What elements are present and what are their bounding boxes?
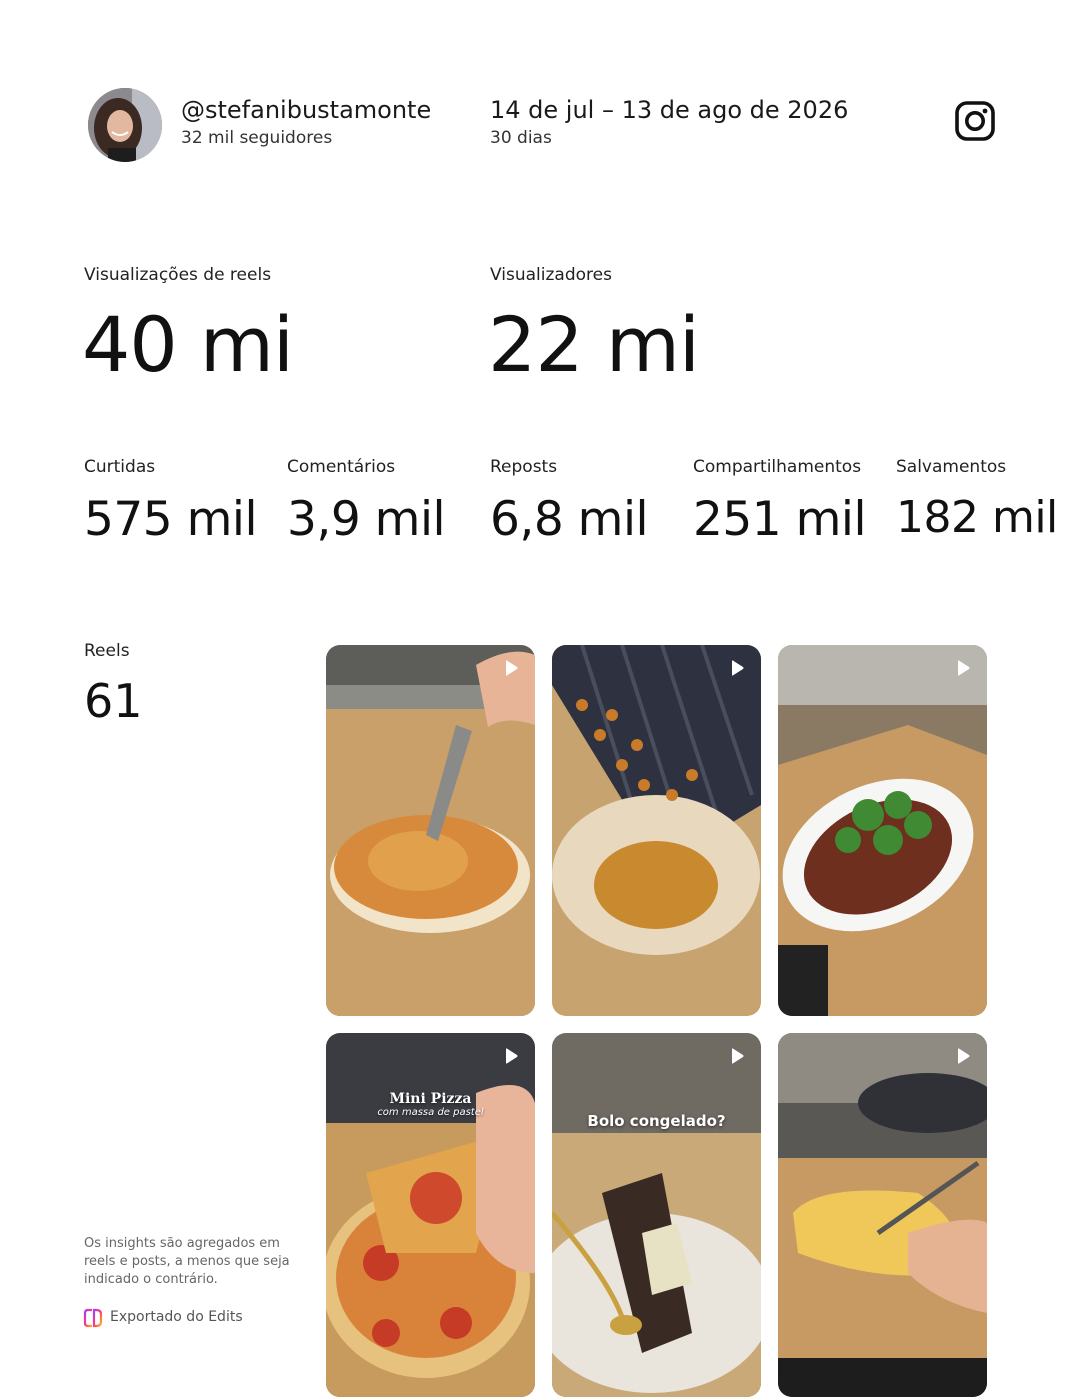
reels-label: Reels bbox=[84, 641, 130, 661]
reel-play-icon bbox=[958, 1048, 970, 1064]
reels-count: 61 bbox=[84, 674, 143, 728]
period-length: 30 dias bbox=[490, 128, 552, 148]
reel-thumbnail[interactable] bbox=[778, 1033, 987, 1397]
reel-thumbnail[interactable] bbox=[552, 645, 761, 1016]
reel-thumbnail[interactable]: Mini Pizza com massa de pastel bbox=[326, 1033, 535, 1397]
reel-play-icon bbox=[958, 660, 970, 676]
instagram-icon bbox=[955, 101, 995, 141]
frozen-cake-image bbox=[552, 1033, 761, 1397]
folded-omelette-image bbox=[778, 1033, 987, 1397]
metric-label-likes: Curtidas bbox=[84, 457, 156, 477]
profile-handle[interactable]: @stefanibustamonte bbox=[181, 96, 431, 124]
metric-label-viewers: Visualizadores bbox=[490, 265, 612, 285]
profile-avatar[interactable] bbox=[88, 88, 162, 162]
reel-thumbnail[interactable] bbox=[778, 645, 987, 1016]
metric-value-reposts: 6,8 mil bbox=[490, 492, 649, 547]
insights-footnote: Os insights são agregados em reels e pos… bbox=[84, 1236, 290, 1287]
metric-label-reel-views: Visualizações de reels bbox=[84, 265, 272, 285]
reel-play-icon bbox=[506, 1048, 518, 1064]
metric-value-saves: 182 mil bbox=[896, 492, 1058, 543]
follower-count: 32 mil seguidores bbox=[181, 128, 333, 148]
reel-play-icon bbox=[732, 660, 744, 676]
metric-label-comments: Comentários bbox=[287, 457, 396, 477]
metric-value-likes: 575 mil bbox=[84, 492, 258, 547]
reel-play-icon bbox=[732, 1048, 744, 1064]
export-label: Exportado do Edits bbox=[110, 1309, 243, 1325]
metric-label-saves: Salvamentos bbox=[896, 457, 1007, 477]
metric-value-comments: 3,9 mil bbox=[287, 492, 446, 547]
metric-label-shares: Compartilhamentos bbox=[693, 457, 862, 477]
metric-value-reel-views: 40 mi bbox=[82, 300, 294, 389]
reel-overlay-title: Bolo congelado? bbox=[587, 1112, 726, 1130]
reel-play-icon bbox=[506, 660, 518, 676]
metric-label-reposts: Reposts bbox=[490, 457, 558, 477]
date-range: 14 de jul – 13 de ago de 2026 bbox=[490, 96, 849, 124]
reel-thumbnail[interactable]: Bolo congelado? bbox=[552, 1033, 761, 1397]
edits-logo-icon bbox=[83, 1308, 103, 1328]
reel-thumbnail[interactable] bbox=[326, 645, 535, 1016]
reel-overlay-subtitle: com massa de pastel bbox=[377, 1107, 484, 1118]
pizza-cutting-image bbox=[326, 645, 535, 1016]
reel-overlay-title: Mini Pizza bbox=[389, 1091, 472, 1107]
roasted-chickpeas-image bbox=[552, 645, 761, 1016]
metric-value-shares: 251 mil bbox=[693, 492, 867, 547]
metric-value-viewers: 22 mi bbox=[488, 300, 700, 389]
mini-pizza-slice-image bbox=[326, 1033, 535, 1397]
ground-beef-broccoli-image bbox=[778, 645, 987, 1016]
